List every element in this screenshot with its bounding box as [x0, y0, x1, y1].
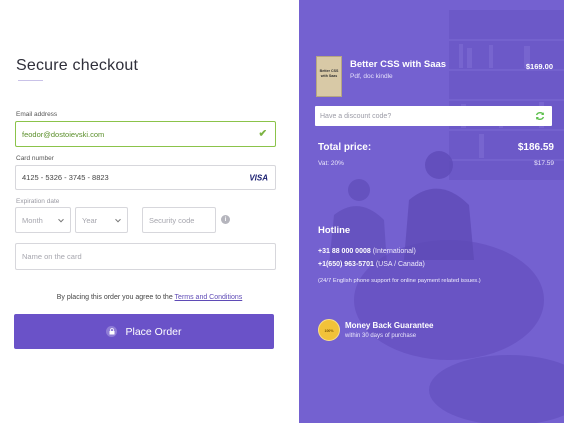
chevron-down-icon [115, 216, 121, 223]
product-format: Pdf, doc kindle [350, 73, 393, 80]
phone-international[interactable]: +31 88 000 0008 (International) [318, 248, 416, 255]
vat-label: Vat: 20% [318, 160, 344, 167]
discount-code-input[interactable]: Have a discount code? [315, 106, 552, 126]
email-label: Email address [16, 111, 58, 118]
place-order-label: Place Order [125, 325, 182, 338]
email-value: feodor@dostoievski.com [22, 129, 105, 139]
guarantee-badge-icon: 100% [318, 319, 340, 341]
card-number-value: 4125 - 5326 - 3745 - 8823 [22, 173, 109, 182]
month-select[interactable]: Month [15, 207, 71, 233]
phone-usa-canada[interactable]: +1(650) 963-5701 (USA / Canada) [318, 261, 425, 268]
visa-icon: VISA [249, 173, 268, 182]
terms-prefix: By placing this order you agree to the [56, 294, 173, 301]
guarantee-subtitle: within 30 days of purchase [345, 333, 417, 339]
title-underline [18, 80, 43, 81]
chevron-down-icon [58, 216, 64, 223]
order-summary: Better CSS with Saas Better CSS with Saa… [299, 0, 564, 423]
refresh-icon[interactable] [534, 110, 546, 122]
lock-icon [106, 326, 118, 337]
product-price: $169.00 [525, 62, 553, 71]
support-note: (24/7 English phone support for online p… [318, 278, 481, 284]
card-number-label: Card number [16, 155, 54, 162]
terms-link[interactable]: Terms and Conditions [175, 294, 243, 301]
place-order-button[interactable]: Place Order [14, 314, 274, 349]
guarantee-title: Money Back Guarantee [345, 321, 434, 330]
total-price-label: Total price: [318, 142, 372, 153]
info-icon[interactable]: i [221, 215, 230, 224]
card-number-field[interactable]: 4125 - 5326 - 3745 - 8823 VISA [15, 165, 276, 190]
phone-note: (International) [372, 248, 416, 255]
name-on-card-field[interactable]: Name on the card [15, 243, 276, 270]
year-placeholder: Year [82, 215, 98, 225]
phone-note: (USA / Canada) [375, 261, 425, 268]
product-name: Better CSS with Saas [350, 59, 447, 70]
email-field[interactable]: feodor@dostoievski.com ✔ [15, 121, 276, 147]
phone-number: +1(650) 963-5701 [318, 261, 374, 268]
phone-number: +31 88 000 0008 [318, 248, 371, 255]
terms-text: By placing this order you agree to the T… [0, 294, 299, 301]
year-select[interactable]: Year [75, 207, 128, 233]
vat-value: $17.59 [534, 160, 554, 167]
month-placeholder: Month [22, 215, 43, 225]
discount-placeholder: Have a discount code? [320, 112, 392, 120]
name-on-card-placeholder: Name on the card [22, 252, 82, 261]
security-code-placeholder: Security code [149, 215, 195, 225]
product-cover-image: Better CSS with Saas [316, 56, 342, 97]
page-title: Secure checkout [16, 57, 139, 74]
hotline-title: Hotline [318, 225, 351, 236]
checkout-form: Secure checkout Email address feodor@dos… [0, 0, 299, 423]
expiration-label: Expiration date [16, 198, 60, 205]
total-price-value: $186.59 [517, 142, 554, 153]
security-code-field[interactable]: Security code [142, 207, 216, 233]
check-icon: ✔ [258, 128, 267, 140]
